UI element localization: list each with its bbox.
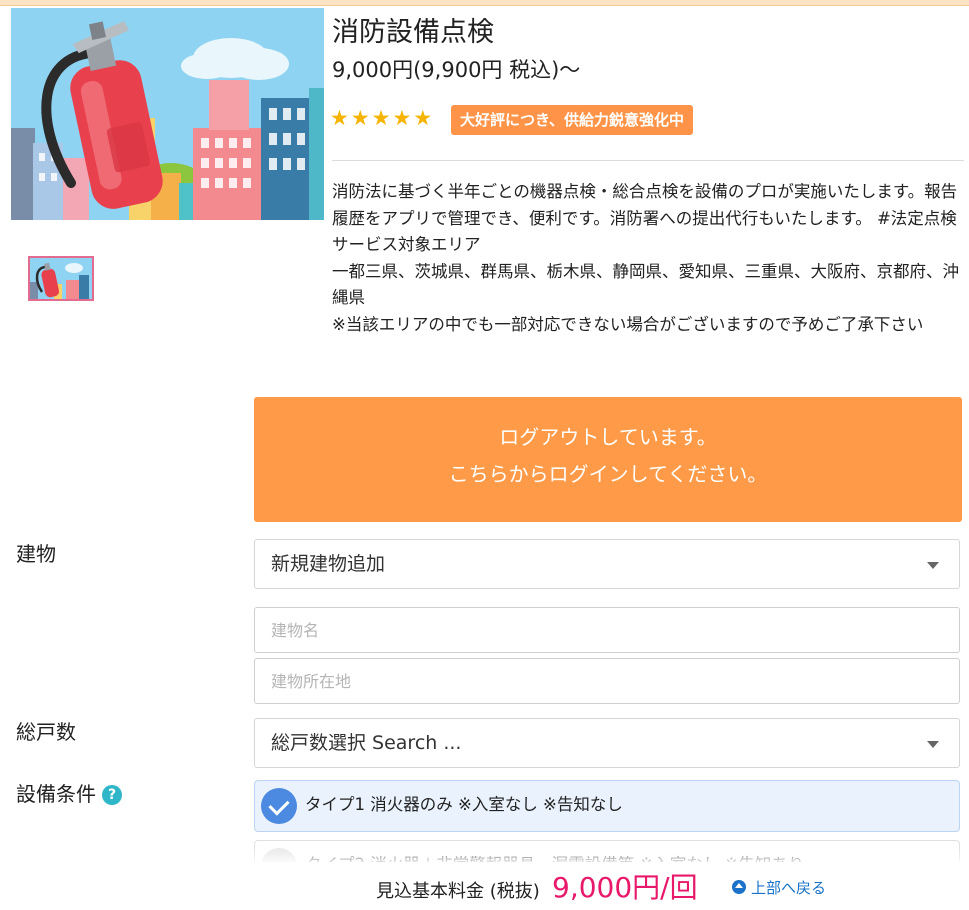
units-label: 総戸数 — [16, 720, 76, 744]
logout-status-text: ログアウトしています。 — [499, 425, 717, 449]
chevron-down-icon — [927, 562, 939, 569]
rating-stars: ★ ★ ★ ★ ★ — [330, 106, 432, 130]
product-image — [11, 8, 324, 220]
description-text: 消防法に基づく半年ごとの機器点検・総合点検を設備のプロが実施いたします。報告履歴… — [332, 182, 958, 228]
chevron-down-icon — [927, 741, 939, 748]
equipment-label-text: 設備条件 — [16, 782, 96, 806]
service-area-note: ※当該エリアの中でも一部対応できない場合がございますので予めご了承下さい — [332, 314, 924, 334]
building-address-input[interactable] — [254, 658, 960, 704]
service-area-heading: サービス対象エリア — [332, 235, 481, 254]
product-price: 9,000円(9,900円 税込)〜 — [332, 58, 581, 82]
building-label: 建物 — [16, 542, 56, 566]
product-description: 消防法に基づく半年ごとの機器点検・総合点検を設備のプロが実施いたします。報告履歴… — [332, 179, 964, 338]
divider — [332, 160, 964, 161]
star-icon: ★ — [350, 106, 370, 130]
building-name-input[interactable] — [254, 607, 960, 653]
back-to-top-label: 上部へ戻る — [751, 879, 827, 897]
star-icon: ★ — [330, 106, 349, 130]
login-link-text: こちらからログインしてください。 — [448, 462, 768, 486]
units-select[interactable]: 総戸数選択 Search ... — [254, 718, 960, 768]
status-badge: 大好評につき、供給力鋭意強化中 — [451, 105, 693, 135]
star-icon: ★ — [392, 106, 412, 130]
back-to-top-link[interactable]: 上部へ戻る — [732, 877, 826, 898]
star-icon: ★ — [371, 106, 391, 130]
product-thumbnail[interactable] — [28, 256, 94, 301]
units-select-value: 総戸数選択 Search ... — [271, 732, 462, 754]
arrow-up-icon — [732, 880, 746, 894]
equipment-label: 設備条件? — [16, 778, 122, 807]
option-label: タイプ1 消火器のみ ※入室なし ※告知なし — [305, 795, 623, 814]
service-area-list: 一都三県、茨城県、群馬県、栃木県、静岡県、愛知県、三重県、大阪府、京都府、沖縄県 — [332, 261, 959, 308]
thumbnail-illustration — [30, 258, 92, 299]
estimate-label: 見込基本料金 (税抜) — [376, 881, 540, 902]
top-bar — [0, 0, 969, 6]
fire-extinguisher-illustration — [11, 8, 324, 220]
login-prompt-button[interactable]: ログアウトしています。 こちらからログインしてください。 — [254, 397, 962, 522]
equipment-option-type1[interactable]: タイプ1 消火器のみ ※入室なし ※告知なし — [254, 780, 960, 832]
star-icon: ★ — [413, 106, 433, 130]
estimate-price: 9,000円/回 — [552, 871, 698, 904]
product-title: 消防設備点検 — [332, 17, 494, 48]
checkmark-icon — [261, 788, 297, 824]
help-icon[interactable]: ? — [102, 785, 122, 805]
building-select-value: 新規建物追加 — [271, 553, 386, 575]
building-select[interactable]: 新規建物追加 — [254, 539, 960, 589]
